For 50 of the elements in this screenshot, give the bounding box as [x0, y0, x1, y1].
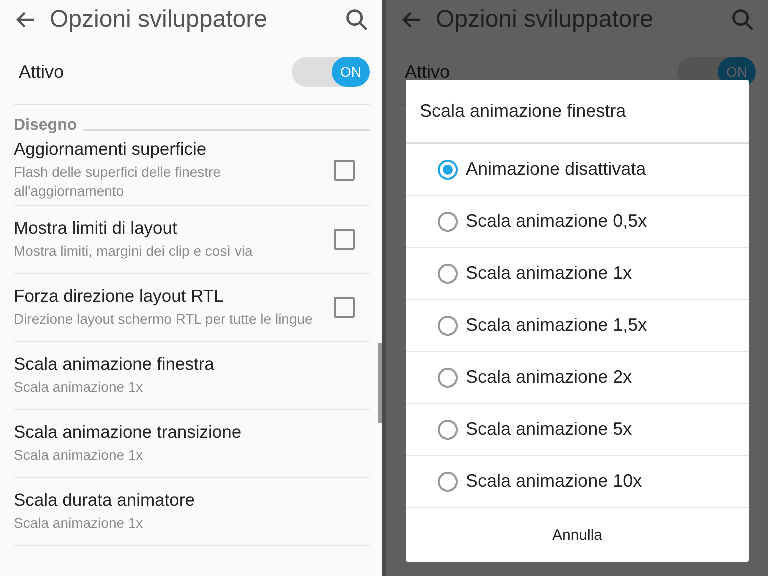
dialog-title: Scala animazione finestra: [406, 80, 749, 144]
option-label: Scala animazione 5x: [466, 419, 632, 440]
radio-button[interactable]: [438, 160, 458, 180]
setting-row[interactable]: Forza direzione layout RTL Direzione layout schermo RTL per tutte le lingue: [14, 274, 370, 342]
setting-row[interactable]: Aggiornamenti superficie Flash delle superfici delle finestre all'aggiornamento: [14, 135, 370, 206]
radio-option[interactable]: Animazione disattivata: [406, 144, 749, 196]
radio-button[interactable]: [438, 472, 458, 492]
setting-summary: Scala animazione 1x: [14, 378, 144, 397]
setting-title: Scala durata animatore: [14, 490, 196, 511]
section-header: Disegno: [14, 117, 78, 135]
radio-button[interactable]: [438, 368, 458, 388]
option-label: Scala animazione 1,5x: [466, 315, 648, 336]
radio-option[interactable]: Scala animazione 1x: [406, 248, 749, 300]
radio-option[interactable]: Scala animazione 2x: [406, 352, 749, 404]
setting-title: Mostra limiti di layout: [14, 218, 178, 239]
radio-button[interactable]: [438, 316, 458, 336]
option-label: Animazione disattivata: [466, 159, 646, 180]
setting-summary: Flash delle superfici delle finestre all'aggiornamento: [14, 163, 222, 201]
setting-row[interactable]: Scala durata animatore Scala animazione 1x: [14, 478, 370, 546]
cancel-button[interactable]: Annulla: [536, 518, 619, 552]
checkbox[interactable]: [334, 229, 355, 250]
option-label: Scala animazione 0,5x: [466, 211, 648, 232]
setting-row[interactable]: Scala animazione transizione Scala animazione 1x: [14, 410, 370, 478]
setting-summary: Mostra limiti, margini dei clip e così via: [14, 242, 254, 261]
setting-title: Scala animazione transizione: [14, 422, 243, 443]
radio-option[interactable]: Scala animazione 0,5x: [406, 196, 749, 248]
screen-title: Opzioni sviluppatore: [50, 6, 268, 34]
radio-option[interactable]: Scala animazione 1,5x: [406, 300, 749, 352]
setting-summary: Direzione layout schermo RTL per tutte le lingue: [14, 310, 314, 329]
switch-label: Attivo: [19, 62, 64, 82]
setting-title: Scala animazione finestra: [14, 354, 216, 375]
setting-row[interactable]: Mostra limiti di layout Mostra limiti, margini dei clip e così via: [14, 206, 370, 274]
option-label: Scala animazione 10x: [466, 471, 642, 492]
setting-summary: Scala animazione 1x: [14, 514, 144, 533]
radio-option[interactable]: Scala animazione 10x: [406, 456, 749, 508]
switch-label: Attivo: [405, 62, 450, 82]
option-label: Scala animazione 1x: [466, 263, 632, 284]
checkbox[interactable]: [334, 297, 355, 318]
screen-title: Opzioni sviluppatore: [436, 6, 654, 34]
radio-button[interactable]: [438, 420, 458, 440]
radio-button[interactable]: [438, 212, 458, 232]
setting-row[interactable]: Scala animazione finestra Scala animazione 1x: [14, 342, 370, 410]
setting-title: Forza direzione layout RTL: [14, 286, 225, 307]
setting-title: Aggiornamenti superficie: [14, 139, 208, 160]
checkbox[interactable]: [334, 160, 355, 180]
radio-button[interactable]: [438, 264, 458, 284]
radio-option[interactable]: Scala animazione 5x: [406, 404, 749, 456]
option-label: Scala animazione 2x: [466, 367, 632, 388]
search-icon[interactable]: [344, 7, 370, 33]
setting-summary: Scala animazione 1x: [14, 446, 144, 465]
